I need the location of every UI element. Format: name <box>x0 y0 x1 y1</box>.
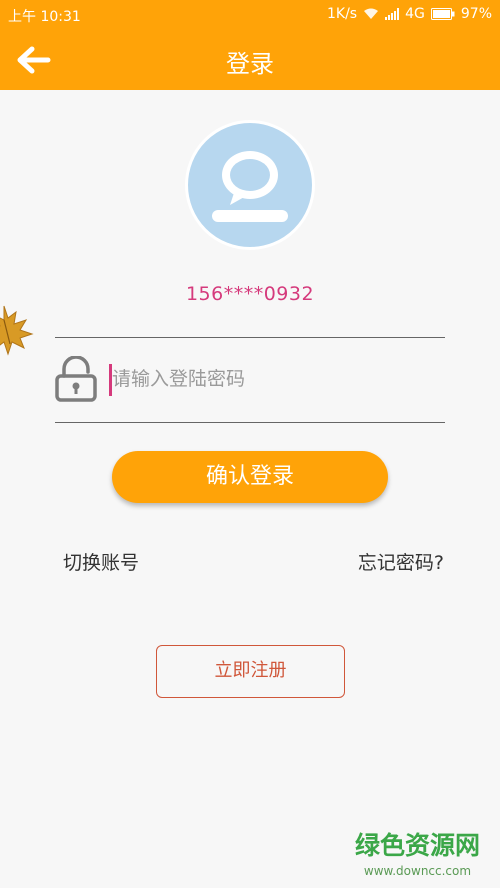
page-title: 登录 <box>226 50 274 78</box>
account-phone-number: 156****0932 <box>185 283 315 305</box>
lock-icon <box>55 355 97 406</box>
watermark-url: www.downcc.com <box>363 864 472 878</box>
text-cursor <box>109 364 112 396</box>
status-bar: 上午 10:31 1K/s 4G 97% <box>0 0 500 30</box>
chat-bubble-user-icon <box>212 151 288 222</box>
watermark-title: 绿色资源网 <box>354 831 480 860</box>
network-type: 4G <box>405 6 425 22</box>
wifi-icon <box>363 8 379 20</box>
switch-account-link[interactable]: 切换账号 <box>63 548 139 575</box>
avatar <box>185 120 315 250</box>
battery-level: 97% <box>460 6 492 22</box>
network-speed: 1K/s <box>327 6 358 22</box>
status-time: 上午 10:31 <box>8 9 81 25</box>
nav-bar: 登录 <box>0 30 500 90</box>
confirm-login-button[interactable]: 确认登录 <box>112 451 388 503</box>
divider-top <box>55 337 445 338</box>
watermark: 绿色资源网 www.downcc.com <box>355 826 480 878</box>
header-bar: 上午 10:31 1K/s 4G 97% 登录 <box>0 0 500 90</box>
password-input[interactable] <box>108 362 428 396</box>
signal-icon <box>385 8 400 20</box>
divider-bottom <box>55 422 445 423</box>
battery-icon <box>430 8 455 20</box>
register-button[interactable]: 立即注册 <box>156 645 345 698</box>
forgot-password-link[interactable]: 忘记密码? <box>358 548 444 575</box>
status-indicators: 1K/s 4G 97% <box>327 6 492 22</box>
maple-leaf-icon <box>0 304 36 362</box>
